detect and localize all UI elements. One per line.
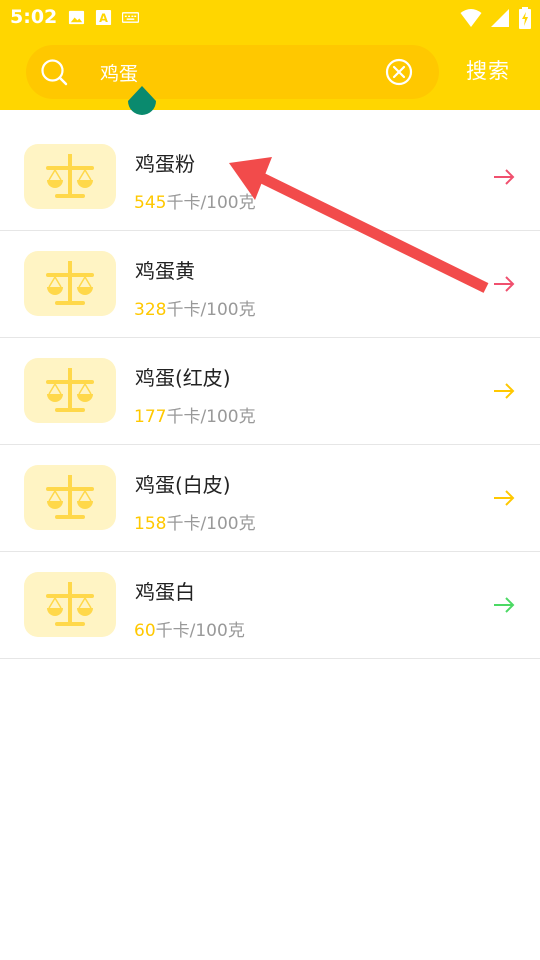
food-calories: 328千卡/100克 xyxy=(134,295,256,320)
list-item[interactable]: 鸡蛋粉 545千卡/100克 xyxy=(0,124,540,231)
calorie-number: 60 xyxy=(134,621,156,641)
calorie-unit: 千卡/100克 xyxy=(155,621,245,641)
food-calories: 177千卡/100克 xyxy=(134,402,256,427)
status-time: 5:02 xyxy=(10,6,58,28)
signal-icon xyxy=(491,9,509,27)
arrow-right-icon[interactable] xyxy=(491,380,517,402)
clear-search-icon[interactable] xyxy=(385,58,413,86)
food-calories: 545千卡/100克 xyxy=(134,188,256,213)
calorie-unit: 千卡/100克 xyxy=(166,514,256,534)
scale-icon xyxy=(46,154,94,198)
keyboard-icon xyxy=(122,12,139,23)
food-icon-tile xyxy=(24,358,116,423)
calorie-number: 328 xyxy=(134,300,167,320)
search-box[interactable] xyxy=(26,45,439,99)
food-name: 鸡蛋粉 xyxy=(135,152,195,176)
calorie-number: 158 xyxy=(134,514,167,534)
list-item[interactable]: 鸡蛋(白皮) 158千卡/100克 xyxy=(0,445,540,552)
scale-icon xyxy=(46,261,94,305)
status-bar: 5:02 A xyxy=(0,0,540,36)
arrow-right-icon[interactable] xyxy=(491,273,517,295)
arrow-right-icon[interactable] xyxy=(491,594,517,616)
food-icon-tile xyxy=(24,572,116,637)
svg-text:A: A xyxy=(99,11,108,25)
arrow-right-icon[interactable] xyxy=(491,487,517,509)
scale-icon xyxy=(46,475,94,519)
arrow-right-icon[interactable] xyxy=(491,166,517,188)
calorie-number: 177 xyxy=(134,407,167,427)
scale-icon xyxy=(46,368,94,412)
food-icon-tile xyxy=(24,465,116,530)
scale-icon xyxy=(46,582,94,626)
battery-charging-icon xyxy=(519,7,531,29)
food-icon-tile xyxy=(24,251,116,316)
food-name: 鸡蛋黄 xyxy=(135,259,195,283)
search-icon xyxy=(41,59,68,86)
food-calories: 158千卡/100克 xyxy=(134,509,256,534)
list-item[interactable]: 鸡蛋白 60千卡/100克 xyxy=(0,552,540,659)
food-name: 鸡蛋(红皮) xyxy=(135,366,231,390)
food-name: 鸡蛋白 xyxy=(135,580,195,604)
food-calories: 60千卡/100克 xyxy=(134,616,245,641)
food-icon-tile xyxy=(24,144,116,209)
calorie-unit: 千卡/100克 xyxy=(166,300,256,320)
image-icon xyxy=(68,10,85,25)
search-input[interactable] xyxy=(100,57,370,87)
list-item[interactable]: 鸡蛋(红皮) 177千卡/100克 xyxy=(0,338,540,445)
calorie-unit: 千卡/100克 xyxy=(166,407,256,427)
results-list: 鸡蛋粉 545千卡/100克 鸡蛋黄 328千卡/100克 鸡蛋(红皮) 177… xyxy=(0,124,540,659)
wifi-icon xyxy=(460,9,482,27)
text-cursor-handle[interactable] xyxy=(127,86,157,122)
status-right-icons xyxy=(460,7,532,29)
app-header: 5:02 A 鸡蛋 搜索 xyxy=(0,0,540,110)
calorie-number: 545 xyxy=(134,193,167,213)
list-item[interactable]: 鸡蛋黄 328千卡/100克 xyxy=(0,231,540,338)
calorie-unit: 千卡/100克 xyxy=(166,193,256,213)
a-box-icon: A xyxy=(95,9,112,25)
food-name: 鸡蛋(白皮) xyxy=(135,473,231,497)
search-button[interactable]: 搜索 xyxy=(466,55,510,85)
status-left-icons: A xyxy=(68,9,139,26)
